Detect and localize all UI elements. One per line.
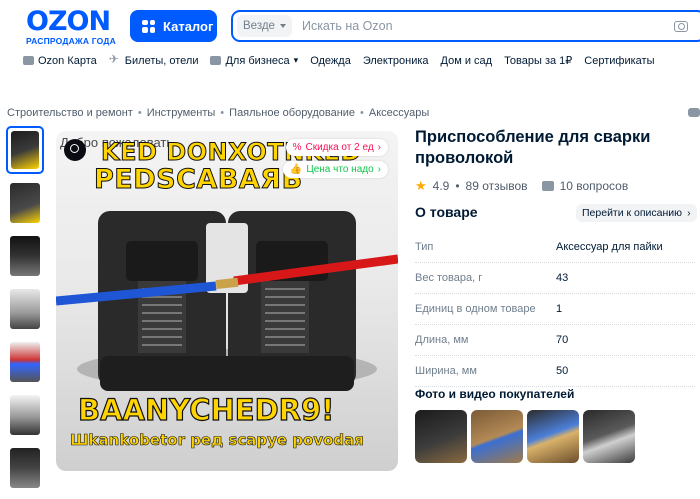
- thumbnail-gallery: [6, 126, 46, 497]
- search-bar: Везде: [231, 10, 700, 42]
- nav-item-ozon-card[interactable]: Ozon Карта: [23, 55, 97, 67]
- logo-subtitle: РАСПРОДАЖА ГОДА: [26, 36, 116, 46]
- grid-icon: [142, 19, 155, 33]
- customer-photo[interactable]: [471, 410, 523, 463]
- nav-item-tickets[interactable]: Билеты, отели: [109, 52, 199, 67]
- search-scope-label: Везде: [243, 20, 275, 32]
- spec-row: Длина, мм 70: [415, 325, 695, 356]
- nav-item-one-ruble[interactable]: Товары за 1₽: [504, 54, 572, 67]
- spec-row: Тип Аксессуар для пайки: [415, 232, 695, 263]
- reviews-link[interactable]: 89 отзывов: [466, 179, 528, 193]
- spec-row: Ширина, мм 50: [415, 356, 695, 387]
- nav-item-clothing[interactable]: Одежда: [310, 55, 351, 67]
- thumbnail[interactable]: [6, 444, 44, 492]
- spec-key: Ширина, мм: [415, 365, 477, 377]
- nav-item-certificates[interactable]: Сертификаты: [584, 55, 654, 67]
- breadcrumb-item[interactable]: Паяльное оборудование: [229, 107, 355, 119]
- about-heading: О товаре: [415, 204, 478, 220]
- spec-key: Тип: [415, 241, 434, 253]
- spec-value: 50: [556, 365, 569, 377]
- breadcrumb-item[interactable]: Инструменты: [147, 107, 216, 119]
- thumbs-up-icon: 👍: [289, 164, 303, 175]
- spec-value: 43: [556, 272, 569, 284]
- briefcase-icon: [210, 56, 222, 65]
- nav-item-label: Для бизнеса: [225, 54, 290, 67]
- image-caption-bottom-2: Шkankobetor peд scapye povodaя: [70, 431, 365, 450]
- rating-separator: •: [455, 179, 460, 193]
- nav-item-home-garden[interactable]: Дом и сад: [441, 55, 493, 67]
- breadcrumb: Строительство и ремонт • Инструменты • П…: [7, 107, 429, 119]
- go-to-description-button[interactable]: Перейти к описанию ›: [576, 204, 697, 222]
- spec-row: Вес товара, г 43: [415, 263, 695, 294]
- spec-key: Единиц в одном товаре: [415, 303, 536, 315]
- thumbnail[interactable]: [6, 179, 44, 227]
- spec-row: Единиц в одном товаре 1: [415, 294, 695, 325]
- customer-photo[interactable]: [583, 410, 635, 463]
- plane-icon: [109, 52, 121, 66]
- ozon-logo[interactable]: OZON РАСПРОДАЖА ГОДА: [26, 6, 118, 46]
- breadcrumb-separator: •: [220, 107, 225, 119]
- price-badge-label: Цена что надо: [306, 164, 374, 175]
- specs-table: Тип Аксессуар для пайки Вес товара, г 43…: [415, 232, 695, 387]
- spec-key: Вес товара, г: [415, 272, 483, 284]
- search-input[interactable]: [301, 19, 674, 33]
- star-icon: ★: [415, 178, 427, 193]
- rating-value: 4.9: [432, 179, 450, 193]
- product-title: Приспособление для сварки проволокой: [415, 128, 651, 167]
- chevron-down-icon: [279, 24, 286, 28]
- breadcrumb-item[interactable]: Аксессуары: [369, 107, 429, 119]
- spec-value: 1: [556, 303, 563, 315]
- go-to-description-label: Перейти к описанию: [582, 207, 683, 219]
- product-main-image[interactable]: Добро пожаловать KED DONXOTNKED PEDSCABA…: [56, 131, 398, 471]
- breadcrumb-separator: •: [360, 107, 364, 119]
- thumbnail[interactable]: [6, 232, 44, 280]
- spec-value: 70: [556, 334, 569, 346]
- nav-item-electronics[interactable]: Электроника: [363, 55, 429, 67]
- catalog-button[interactable]: Каталог: [130, 10, 217, 42]
- nav-item-label: Билеты, отели: [124, 54, 199, 67]
- discount-badge[interactable]: % Скидка от 2 ед ›: [285, 139, 388, 156]
- breadcrumb-separator: •: [137, 107, 142, 119]
- rating-row: ★ 4.9 • 89 отзывов 10 вопросов: [415, 178, 628, 194]
- percent-icon: %: [292, 142, 302, 153]
- nav-item-label: Ozon Карта: [38, 54, 97, 67]
- thumbnail[interactable]: [6, 338, 44, 386]
- breadcrumb-item[interactable]: Строительство и ремонт: [7, 107, 133, 119]
- nav-item-business[interactable]: Для бизнеса ▾: [210, 55, 298, 67]
- spec-key: Длина, мм: [415, 334, 469, 346]
- thumbnail[interactable]: [6, 391, 44, 439]
- customer-media-heading: Фото и видео покупателей: [415, 387, 575, 401]
- chat-icon[interactable]: [688, 108, 700, 117]
- nav-item-label: Одежда: [310, 54, 351, 67]
- discount-badge-label: Скидка от 2 ед: [305, 142, 374, 153]
- camera-icon[interactable]: [674, 20, 688, 32]
- customer-media-gallery: [415, 410, 635, 463]
- nav-item-label: Товары за 1₽: [504, 55, 573, 67]
- spec-value[interactable]: Аксессуар для пайки: [556, 241, 663, 253]
- catalog-label: Каталог: [163, 18, 214, 34]
- nav-item-label: Электроника: [362, 54, 429, 67]
- customer-photo[interactable]: [415, 410, 467, 463]
- questions-link[interactable]: 10 вопросов: [560, 179, 629, 193]
- chevron-right-icon: ›: [687, 207, 691, 219]
- logo-text: OZON: [26, 6, 111, 37]
- chevron-down-icon: ▾: [293, 55, 299, 65]
- price-badge[interactable]: 👍 Цена что надо ›: [282, 161, 388, 178]
- image-caption-top-2: PEDSCABAЯЬ: [94, 164, 303, 195]
- search-scope-select[interactable]: Везде: [237, 15, 292, 37]
- question-icon: [541, 181, 554, 191]
- zoom-icon[interactable]: [64, 139, 86, 161]
- chevron-right-icon: ›: [377, 142, 381, 153]
- card-icon: [23, 56, 34, 65]
- chevron-right-icon: ›: [377, 164, 381, 175]
- thumbnail[interactable]: [6, 126, 44, 174]
- thumbnail[interactable]: [6, 285, 44, 333]
- top-nav: Ozon Карта Билеты, отели Для бизнеса ▾ О…: [23, 52, 655, 67]
- customer-photo[interactable]: [527, 410, 579, 463]
- nav-item-label: Сертификаты: [584, 54, 655, 67]
- nav-item-label: Дом и сад: [440, 54, 493, 67]
- image-caption-bottom: BAANYCHEDR9!: [77, 392, 335, 427]
